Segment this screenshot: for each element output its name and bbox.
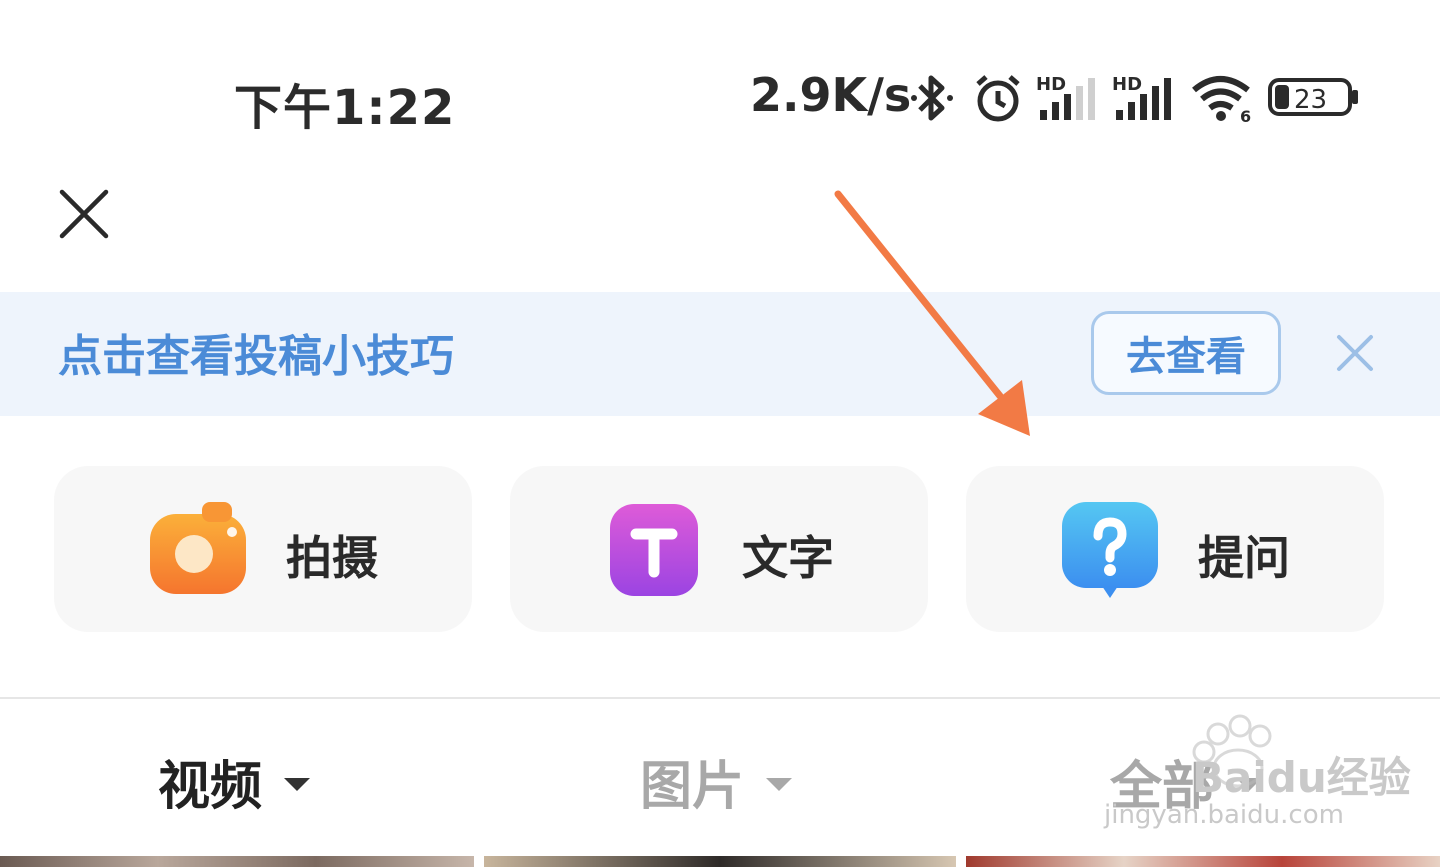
media-thumbnail[interactable] [484, 856, 956, 867]
media-thumbnail[interactable] [966, 856, 1440, 867]
tab-image-label: 图片 [640, 757, 745, 817]
svg-text:HD: HD [1036, 74, 1066, 95]
shoot-button[interactable]: 拍摄 [54, 466, 472, 632]
ask-question-label: 提问 [1198, 531, 1290, 585]
svg-text:23: 23 [1294, 85, 1327, 115]
chevron-down-icon [766, 778, 793, 791]
tab-image[interactable]: 图片 [640, 744, 793, 819]
watermark-url: jingyan.baidu.com [1104, 800, 1344, 830]
tab-video-label: 视频 [158, 757, 263, 817]
wifi-icon: 6 [1192, 76, 1251, 124]
media-grid [0, 856, 1440, 867]
close-icon[interactable] [58, 188, 110, 240]
question-bubble-icon [1062, 502, 1158, 598]
media-thumbnail[interactable] [0, 856, 474, 867]
shoot-label: 拍摄 [286, 531, 378, 585]
watermark-brand: Baidu经验 [1192, 753, 1411, 802]
status-time: 下午1:22 [234, 80, 456, 136]
view-tips-button[interactable]: 去查看 [1091, 311, 1281, 395]
signal-icon-2: HD [1112, 74, 1171, 120]
tips-banner[interactable]: 点击查看投稿小技巧 去查看 [0, 292, 1440, 416]
tab-video[interactable]: 视频 [158, 744, 311, 819]
bluetooth-icon [911, 75, 953, 121]
network-speed: 2.9K/s [750, 68, 912, 122]
chevron-down-icon [284, 778, 311, 791]
banner-close-icon[interactable] [1336, 334, 1374, 372]
svg-text:6: 6 [1240, 107, 1251, 124]
text-post-button[interactable]: 文字 [510, 466, 928, 632]
section-divider [0, 697, 1440, 699]
status-icons: 2.9K/s HD HD 6 23 [750, 66, 1370, 128]
alarm-icon [976, 75, 1020, 122]
camera-icon [150, 502, 246, 594]
signal-icon: HD [1036, 74, 1095, 120]
battery-icon: 23 [1268, 78, 1358, 116]
ask-question-button[interactable]: 提问 [966, 466, 1384, 632]
tips-banner-text[interactable]: 点击查看投稿小技巧 [58, 320, 454, 384]
svg-text:HD: HD [1112, 74, 1142, 95]
text-post-label: 文字 [742, 531, 834, 585]
text-t-icon [610, 504, 698, 596]
